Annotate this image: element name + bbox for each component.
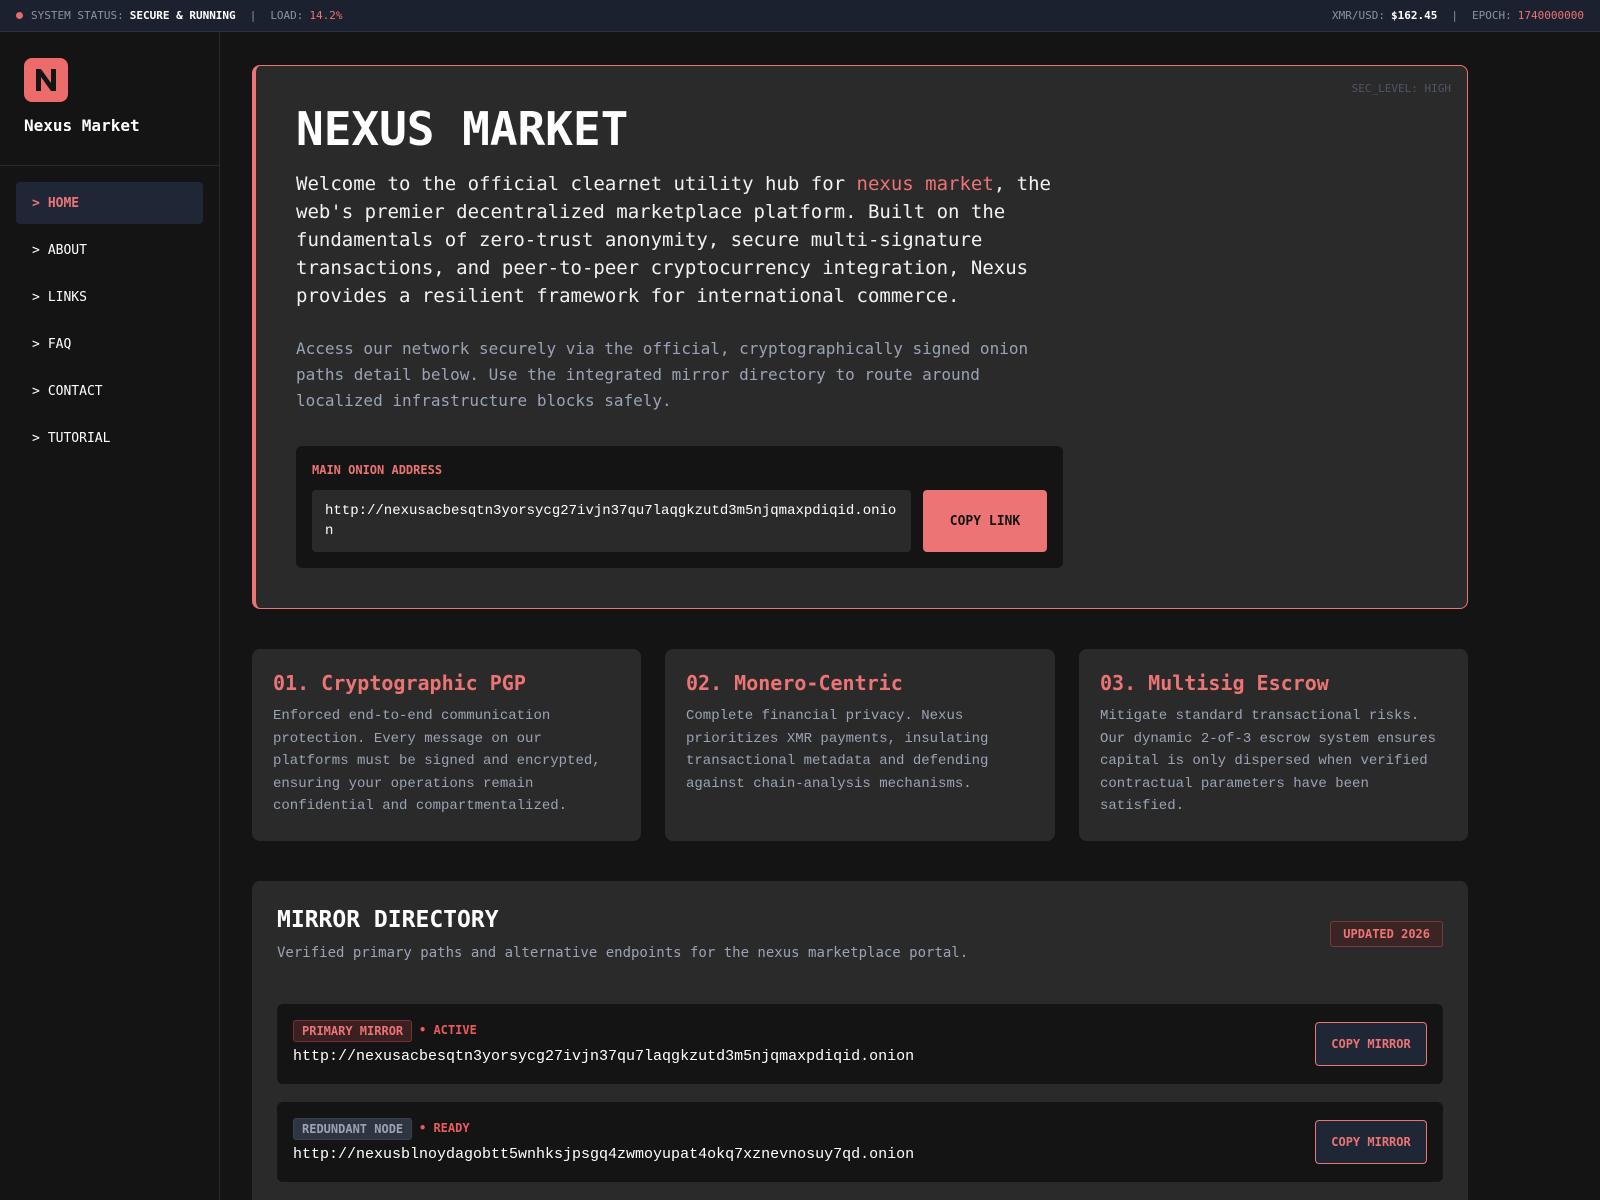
security-level: SEC_LEVEL: HIGH: [1351, 82, 1451, 95]
copy-link-button[interactable]: COPY LINK: [923, 490, 1047, 552]
onion-address-field[interactable]: http://nexusacbesqtn3yorsycg27ivjn37qu7l…: [312, 490, 911, 552]
mirror-type-badge: REDUNDANT NODE: [293, 1118, 413, 1140]
status-left: SYSTEM STATUS: SECURE & RUNNING | LOAD: …: [16, 9, 343, 22]
caret-icon: >: [32, 336, 40, 352]
caret-icon: >: [32, 242, 40, 258]
divider: |: [249, 9, 257, 22]
hero-lead: Welcome to the official clearnet utility…: [296, 170, 1076, 310]
sidebar-item-label: TUTORIAL: [47, 430, 111, 446]
brand: Nexus Market: [0, 32, 219, 166]
status-value: SECURE & RUNNING: [129, 9, 236, 22]
section-subtitle: Verified primary paths and alternative e…: [277, 945, 969, 961]
sidebar-item-contact[interactable]: > CONTACT: [16, 370, 203, 412]
status-label: SYSTEM STATUS:: [31, 9, 124, 22]
address-label: MAIN ONION ADDRESS: [312, 463, 443, 477]
sidebar-item-label: FAQ: [47, 336, 72, 352]
sidebar-item-faq[interactable]: > FAQ: [16, 323, 203, 365]
sidebar-item-home[interactable]: > HOME: [16, 182, 203, 224]
load-value: 14.2%: [309, 9, 343, 22]
sidebar: Nexus Market > HOME > ABOUT > LINKS > FA…: [0, 32, 220, 1200]
brand-name: Nexus Market: [24, 116, 140, 135]
sidebar-item-label: CONTACT: [47, 383, 103, 399]
hero-panel: SEC_LEVEL: HIGH NEXUS MARKET Welcome to …: [252, 65, 1468, 609]
mirror-row-primary: PRIMARY MIRROR • ACTIVE http://nexusacbe…: [277, 1004, 1443, 1084]
mirror-directory: MIRROR DIRECTORY Verified primary paths …: [252, 881, 1468, 1200]
updated-badge: UPDATED 2026: [1330, 921, 1443, 947]
status-dot-icon: [16, 12, 23, 19]
price-label: XMR/USD:: [1332, 9, 1386, 22]
caret-icon: >: [32, 195, 40, 211]
copy-mirror-button[interactable]: COPY MIRROR: [1315, 1120, 1427, 1164]
feature-card-monero: 02. Monero-Centric Complete financial pr…: [665, 649, 1055, 841]
feature-card-pgp: 01. Cryptographic PGP Enforced end-to-en…: [252, 649, 641, 841]
page-title: NEXUS MARKET: [296, 102, 629, 156]
epoch-label: EPOCH:: [1472, 9, 1512, 22]
mirror-type-badge: PRIMARY MIRROR: [293, 1020, 413, 1042]
feature-title: 02. Monero-Centric: [686, 671, 903, 695]
caret-icon: >: [32, 289, 40, 305]
feature-body: Enforced end-to-end communication protec…: [273, 708, 601, 814]
sidebar-item-about[interactable]: > ABOUT: [16, 229, 203, 271]
epoch-value: 1740000000: [1517, 9, 1584, 22]
mirror-status: • ACTIVE: [419, 1023, 477, 1037]
lead-highlight: nexus market: [856, 173, 994, 195]
sidebar-item-label: ABOUT: [47, 242, 87, 258]
price-value: $162.45: [1391, 9, 1438, 22]
feature-body: Mitigate standard transactional risks. O…: [1100, 708, 1437, 814]
lead-text-start: Welcome to the official clearnet utility…: [296, 173, 857, 195]
logo-n-icon[interactable]: [24, 58, 68, 102]
sidebar-nav: > HOME > ABOUT > LINKS > FAQ > CONTACT >…: [0, 166, 219, 475]
sidebar-item-label: LINKS: [47, 289, 87, 305]
caret-icon: >: [32, 430, 40, 446]
mirror-url[interactable]: http://nexusblnoydagobtt5wnhksjpsgq4zwmo…: [293, 1146, 914, 1163]
feature-title: 03. Multisig Escrow: [1100, 671, 1329, 695]
divider: |: [1451, 9, 1459, 22]
caret-icon: >: [32, 383, 40, 399]
mirror-url[interactable]: http://nexusacbesqtn3yorsycg27ivjn37qu7l…: [293, 1048, 914, 1065]
mirror-status: • READY: [419, 1121, 470, 1135]
section-title: MIRROR DIRECTORY: [277, 907, 499, 933]
sidebar-item-links[interactable]: > LINKS: [16, 276, 203, 318]
load-label: LOAD:: [270, 9, 304, 22]
hero-subtext: Access our network securely via the offi…: [296, 339, 1029, 410]
sidebar-item-tutorial[interactable]: > TUTORIAL: [16, 417, 203, 459]
feature-body: Complete financial privacy. Nexus priori…: [686, 708, 989, 792]
mirror-row-redundant: REDUNDANT NODE • READY http://nexusblnoy…: [277, 1102, 1443, 1182]
feature-title: 01. Cryptographic PGP: [273, 671, 526, 695]
onion-address-box: MAIN ONION ADDRESS http://nexusacbesqtn3…: [296, 446, 1063, 568]
copy-mirror-button[interactable]: COPY MIRROR: [1315, 1022, 1427, 1066]
status-bar: SYSTEM STATUS: SECURE & RUNNING | LOAD: …: [0, 0, 1600, 32]
feature-card-escrow: 03. Multisig Escrow Mitigate standard tr…: [1079, 649, 1468, 841]
status-right: XMR/USD: $162.45 | EPOCH: 1740000000: [1332, 9, 1584, 22]
logo-letter: [36, 69, 56, 91]
sidebar-item-label: HOME: [47, 195, 80, 211]
